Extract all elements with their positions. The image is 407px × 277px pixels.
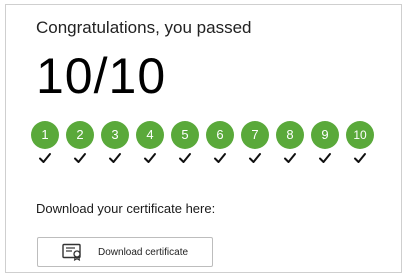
question-number-badge: 8 bbox=[276, 121, 304, 149]
question-result: 7 bbox=[241, 121, 269, 164]
download-certificate-label: Download certificate bbox=[98, 246, 189, 258]
certificate-label: Download your certificate here: bbox=[36, 201, 216, 216]
question-number-badge: 4 bbox=[136, 121, 164, 149]
question-result: 5 bbox=[171, 121, 199, 164]
checkmark-icon bbox=[143, 152, 157, 164]
checkmark-icon bbox=[73, 152, 87, 164]
checkmark-icon bbox=[108, 152, 122, 164]
question-result: 8 bbox=[276, 121, 304, 164]
checkmark-icon bbox=[353, 152, 367, 164]
download-certificate-button[interactable]: Download certificate bbox=[37, 237, 213, 267]
checkmark-icon bbox=[38, 152, 52, 164]
checkmark-icon bbox=[318, 152, 332, 164]
question-number-badge: 5 bbox=[171, 121, 199, 149]
question-number-badge: 2 bbox=[66, 121, 94, 149]
score: 10/10 bbox=[36, 48, 167, 104]
question-number-badge: 10 bbox=[346, 121, 374, 149]
question-result: 10 bbox=[346, 121, 374, 164]
pass-message: Congratulations, you passed bbox=[36, 18, 252, 37]
question-result: 1 bbox=[31, 121, 59, 164]
checkmark-icon bbox=[178, 152, 192, 164]
certificate-icon bbox=[62, 243, 84, 261]
question-number-badge: 9 bbox=[311, 121, 339, 149]
question-number-badge: 1 bbox=[31, 121, 59, 149]
checkmark-icon bbox=[248, 152, 262, 164]
question-result: 9 bbox=[311, 121, 339, 164]
question-result: 3 bbox=[101, 121, 129, 164]
question-number-badge: 7 bbox=[241, 121, 269, 149]
question-number-badge: 3 bbox=[101, 121, 129, 149]
question-result: 2 bbox=[66, 121, 94, 164]
question-result: 6 bbox=[206, 121, 234, 164]
results-card: Congratulations, you passed 10/10 123456… bbox=[5, 4, 402, 273]
question-number-badge: 6 bbox=[206, 121, 234, 149]
question-results: 1 2 3 4 5 6 7 8 9 10 bbox=[31, 121, 374, 164]
question-result: 4 bbox=[136, 121, 164, 164]
checkmark-icon bbox=[213, 152, 227, 164]
checkmark-icon bbox=[283, 152, 297, 164]
